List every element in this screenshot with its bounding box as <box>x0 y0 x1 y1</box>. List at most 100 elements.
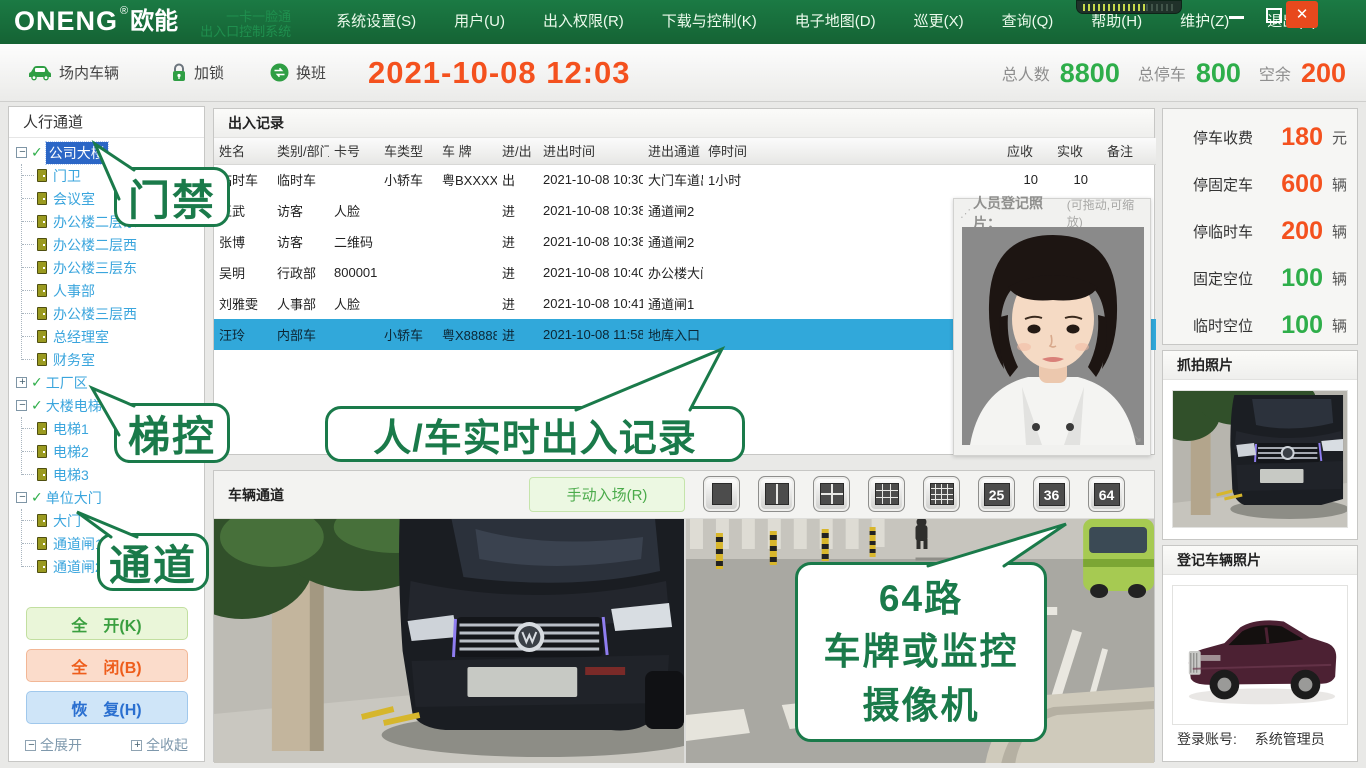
person-photo-header: 人员登记照片： (可拖动,可缩放) <box>954 199 1150 227</box>
door-icon <box>37 468 47 481</box>
expand-icon[interactable] <box>16 377 27 388</box>
grid-4-icon <box>820 483 844 505</box>
registered-mark: ® <box>120 5 128 17</box>
lock-button[interactable]: 加锁 <box>171 62 224 83</box>
check-icon <box>31 144 43 161</box>
resize-handle-icon[interactable] <box>1132 431 1142 445</box>
grid-25-icon: 25 <box>984 483 1010 506</box>
tree-node-elevator-3[interactable]: 电梯3 <box>9 463 204 486</box>
menu-item[interactable]: 用户(U) <box>435 0 524 44</box>
close-all-button[interactable]: 全 闭(B) <box>26 649 188 682</box>
cell-card-no: 人脸 <box>329 195 379 226</box>
cell-channel: 地库入口 <box>643 319 703 350</box>
expand-all-link[interactable]: 全展开 <box>25 735 82 755</box>
close-icon[interactable]: ✕ <box>1286 1 1318 28</box>
view-grid-buttons: 25 36 64 <box>703 476 1125 512</box>
menu-item[interactable]: 下载与控制(K) <box>643 0 776 44</box>
menu-item[interactable]: 电子地图(D) <box>776 0 895 44</box>
cell-time: 2021-10-08 10:40:08 <box>538 257 643 288</box>
capture-photo[interactable] <box>1172 390 1348 528</box>
tree-node-gm-office[interactable]: 总经理室 <box>9 325 204 348</box>
records-header: 姓名 类别/部门 卡号 车类型 车 牌 进/出 进出时间 进出通道 停时间 应收… <box>214 138 1156 164</box>
collapse-icon[interactable] <box>16 492 27 503</box>
collapse-icon[interactable] <box>16 147 27 158</box>
column-header-remark[interactable]: 备注 <box>1102 138 1156 164</box>
view-36-button[interactable]: 36 <box>1033 476 1070 512</box>
tree-node-hr-dept[interactable]: 人事部 <box>9 279 204 302</box>
view-25-button[interactable]: 25 <box>978 476 1015 512</box>
column-header-channel[interactable]: 进出通道 <box>643 138 703 164</box>
login-account-value: 系统管理员 <box>1255 731 1325 747</box>
column-header-due[interactable]: 应收 <box>1002 138 1052 164</box>
open-all-button[interactable]: 全 开(K) <box>26 607 188 640</box>
view-grid-4-button[interactable] <box>813 476 850 512</box>
column-header-card-no[interactable]: 卡号 <box>329 138 379 164</box>
menu-item[interactable]: 巡更(X) <box>895 0 983 44</box>
logo-text-cn: 欧能 <box>130 1 178 43</box>
cell-duration: 1小时 <box>703 164 1002 195</box>
cell-time: 2021-10-08 10:38:00 <box>538 195 643 226</box>
column-header-name[interactable]: 姓名 <box>214 138 272 164</box>
column-header-paid[interactable]: 实收 <box>1052 138 1102 164</box>
door-icon <box>37 353 47 366</box>
tagline-line1: 一卡一脸通 <box>200 9 291 24</box>
camera-view-1[interactable] <box>214 519 684 763</box>
menu-item[interactable]: 出入权限(R) <box>524 0 643 44</box>
expand-all-icon <box>25 740 36 751</box>
door-icon <box>37 514 47 527</box>
registered-vehicle-photo[interactable] <box>1172 585 1348 725</box>
current-datetime: 2021-10-08 12:03 <box>368 55 630 91</box>
tree-node-main-gate[interactable]: 大门 <box>9 509 204 532</box>
tree-node-finance-office[interactable]: 财务室 <box>9 348 204 371</box>
column-header-plate[interactable]: 车 牌 <box>437 138 497 164</box>
maximize-icon[interactable] <box>1266 8 1282 23</box>
cell-vehicle-type <box>379 257 437 288</box>
cell-in-out: 进 <box>497 226 538 257</box>
vacant-value: 200 <box>1301 58 1346 89</box>
minimize-icon[interactable] <box>1229 16 1244 19</box>
restore-button[interactable]: 恢 复(H) <box>26 691 188 724</box>
capture-photo-title: 抓拍照片 <box>1163 351 1357 380</box>
view-64-button[interactable]: 64 <box>1088 476 1125 512</box>
column-header-vehicle-type[interactable]: 车类型 <box>379 138 437 164</box>
drag-grip-icon[interactable] <box>960 207 971 220</box>
tree-node-unit-gate[interactable]: 单位大门 <box>9 486 204 509</box>
cell-vehicle-type <box>379 226 437 257</box>
tree-node-company-building[interactable]: 公司大楼 <box>9 141 204 164</box>
manual-entry-button[interactable]: 手动入场(R) <box>529 477 685 512</box>
view-grid-16-button[interactable] <box>923 476 960 512</box>
app-logo: ONENG ® 欧能 <box>14 1 178 43</box>
tree-node-office-2f-west[interactable]: 办公楼二层西 <box>9 233 204 256</box>
parking-stats-panel: 停车收费 180 元 停固定车 600 辆 停临时车 200 辆 固定空位 10… <box>1162 108 1358 345</box>
person-photo-panel[interactable]: 人员登记照片： (可拖动,可缩放) <box>953 198 1151 456</box>
door-icon <box>37 238 47 251</box>
column-header-duration[interactable]: 停时间 <box>703 138 1002 164</box>
column-header-category[interactable]: 类别/部门 <box>272 138 329 164</box>
shift-change-icon <box>270 63 289 82</box>
camera-1-image <box>214 519 684 763</box>
collapse-all-link[interactable]: 全收起 <box>131 735 188 755</box>
stat-value: 100 <box>1253 264 1323 293</box>
tree-node-factory-area[interactable]: 工厂区 <box>9 371 204 394</box>
view-grid-2-button[interactable] <box>758 476 795 512</box>
view-grid-9-button[interactable] <box>868 476 905 512</box>
expand-all-label: 全展开 <box>40 735 82 755</box>
column-header-in-out[interactable]: 进/出 <box>497 138 538 164</box>
shift-change-button[interactable]: 换班 <box>270 62 326 83</box>
titlebar: ONENG ® 欧能 一卡一脸通 出入口控制系统 系统设置(S)用户(U)出入权… <box>0 0 1366 44</box>
cell-vehicle-type <box>379 195 437 226</box>
menu-item[interactable]: 查询(Q) <box>983 0 1073 44</box>
collapse-icon[interactable] <box>16 400 27 411</box>
lock-label: 加锁 <box>194 62 224 83</box>
tree-node-office-3f-east[interactable]: 办公楼三层东 <box>9 256 204 279</box>
tree-node-office-3f-west[interactable]: 办公楼三层西 <box>9 302 204 325</box>
table-row[interactable]: 临时车 临时车 小轿车 粤BXXXXX 出 2021-10-08 10:30:0… <box>214 164 1156 195</box>
door-icon <box>37 307 47 320</box>
menu-item[interactable]: 系统设置(S) <box>317 0 435 44</box>
column-header-time[interactable]: 进出时间 <box>538 138 643 164</box>
in-field-vehicles-button[interactable]: 场内车辆 <box>28 62 119 83</box>
person-photo[interactable] <box>962 227 1144 445</box>
callout-64-cameras: 64路 车牌或监控 摄像机 <box>795 562 1047 742</box>
view-grid-1-button[interactable] <box>703 476 740 512</box>
stat-unit: 辆 <box>1332 268 1347 289</box>
